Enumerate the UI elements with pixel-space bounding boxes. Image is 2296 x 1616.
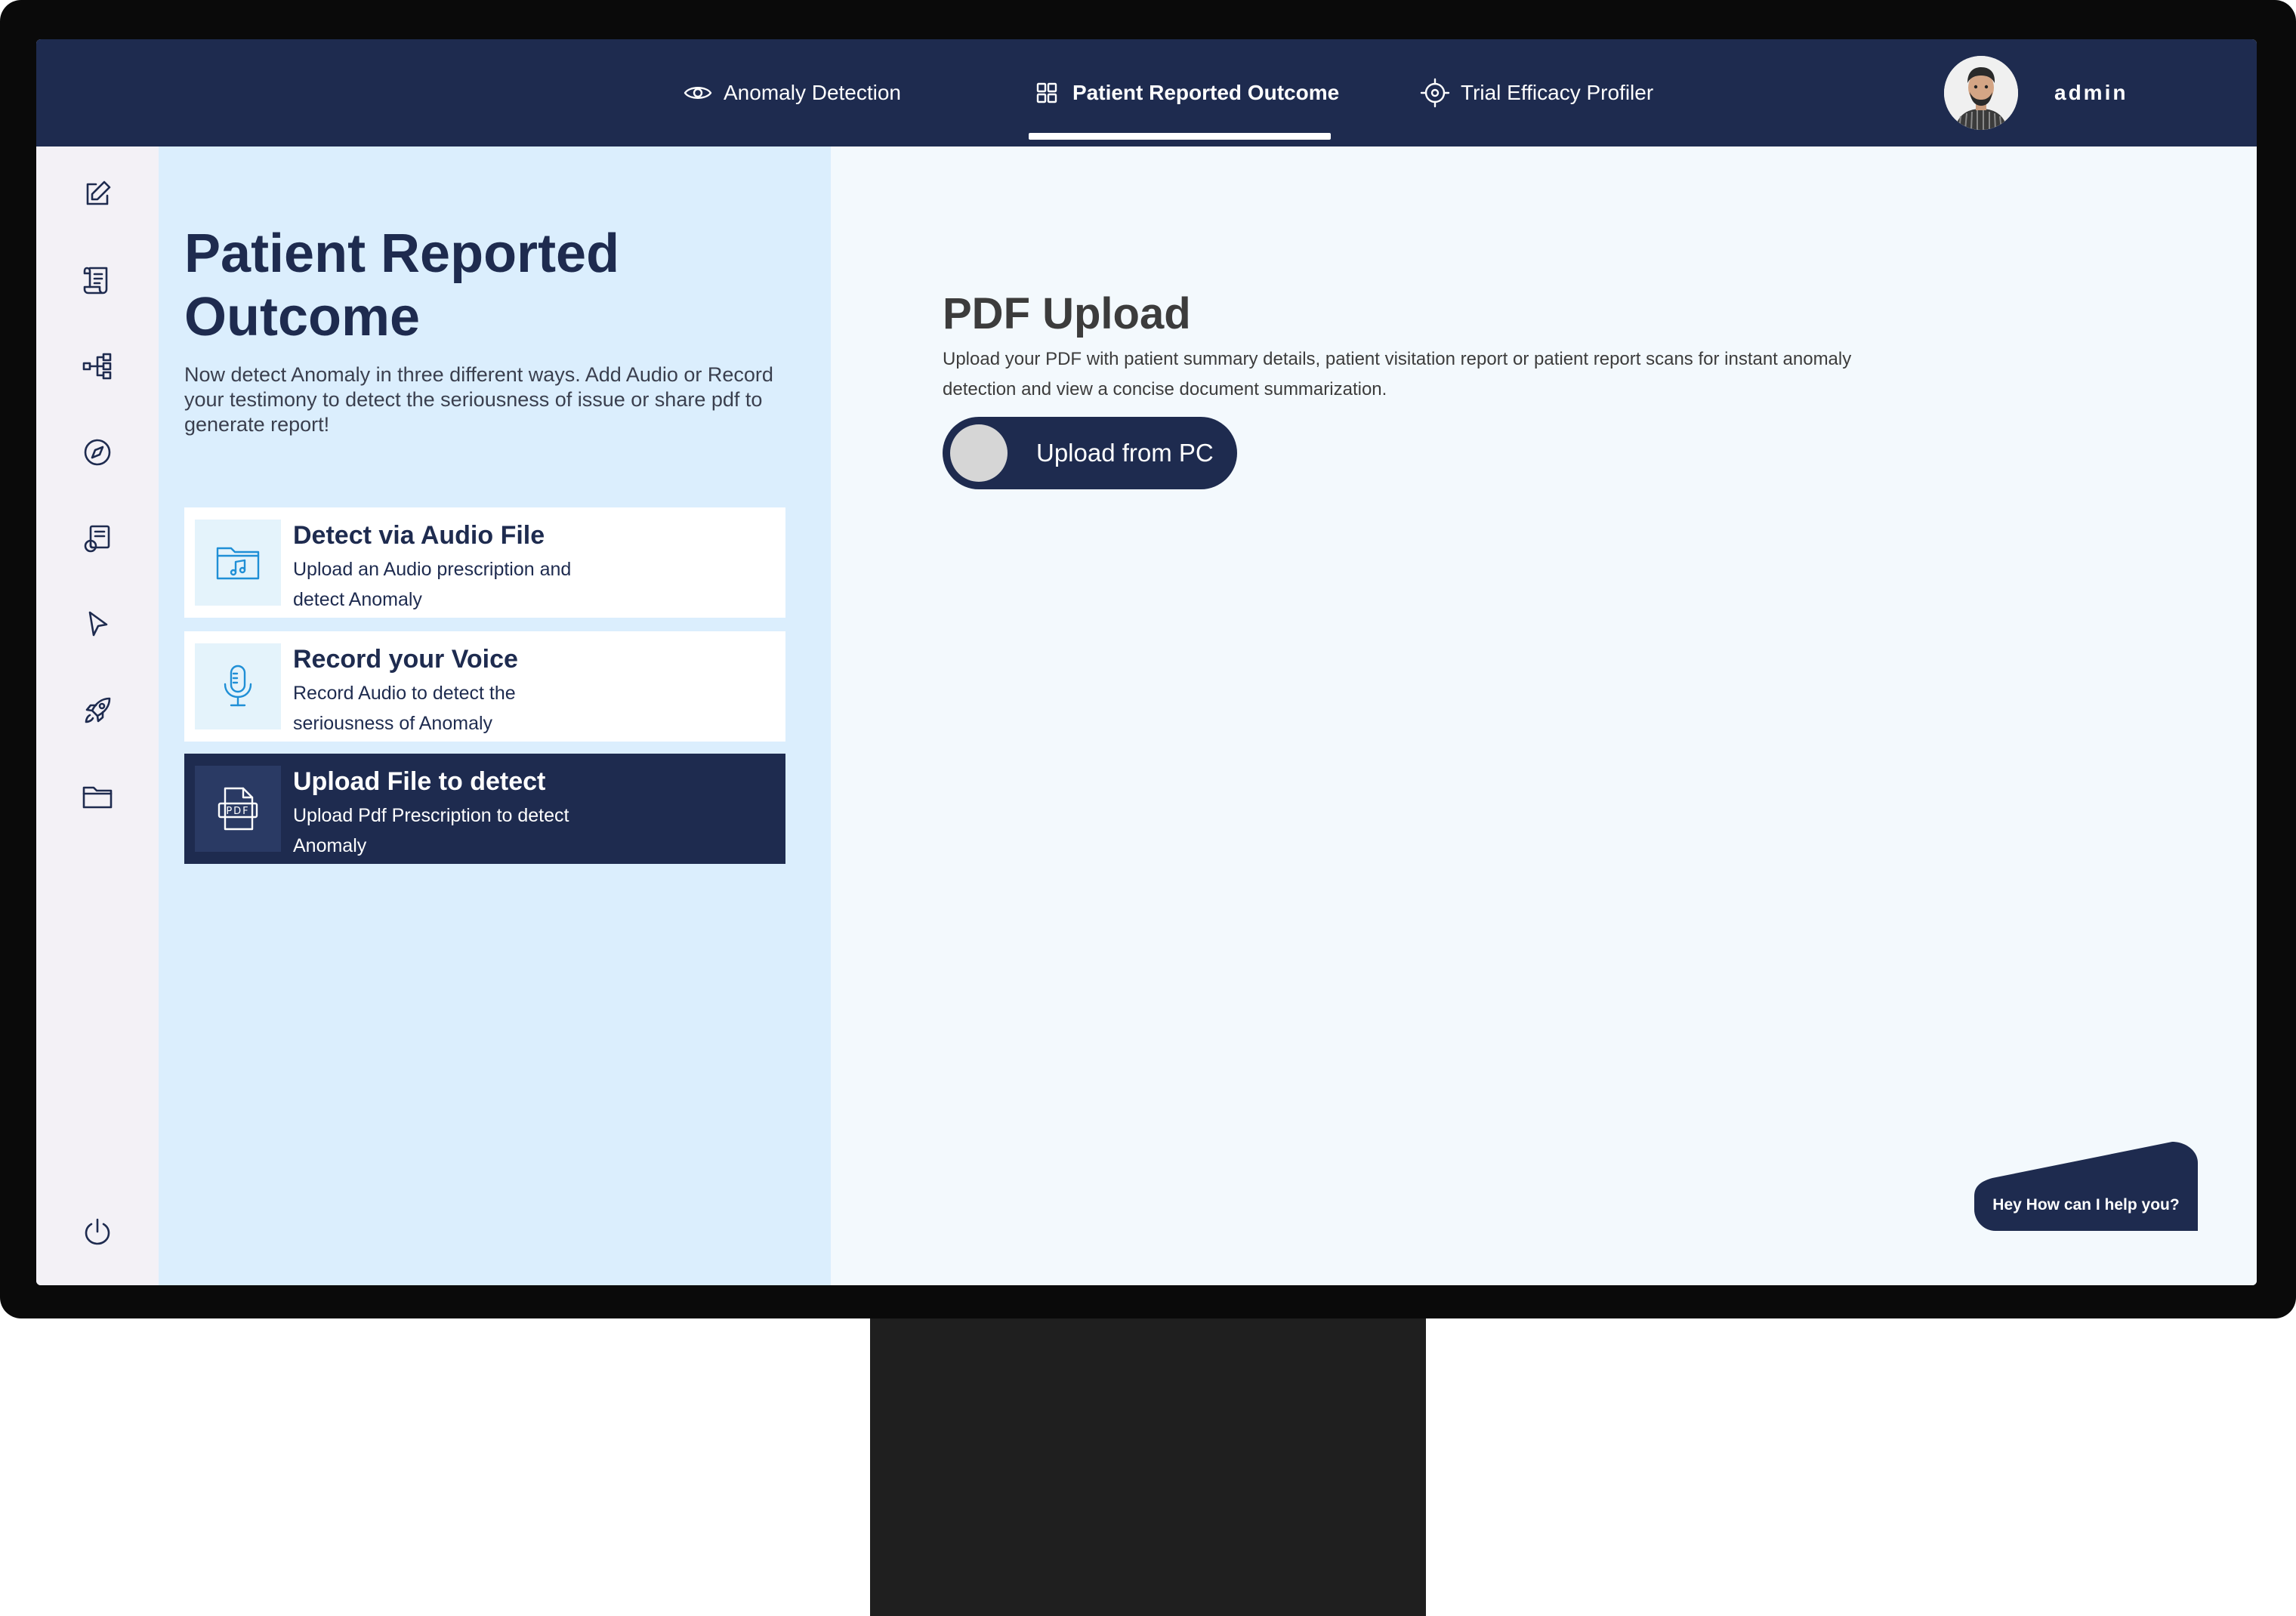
sidebar-item-document-settings[interactable]: [79, 520, 116, 557]
card-upload-file-to-detect[interactable]: PDF Upload File to detect Upload Pdf Pre…: [184, 754, 785, 864]
sidebar-item-edit[interactable]: [79, 175, 116, 213]
top-navigation: Anomaly Detection Patient Reported Outco…: [36, 39, 2257, 146]
card-icon-wrapper: [195, 520, 281, 606]
eye-icon: [684, 87, 712, 99]
document-settings-icon: [84, 525, 110, 553]
upload-from-pc-button[interactable]: Upload from PC: [943, 417, 1237, 489]
active-tab-indicator: [1029, 133, 1331, 140]
rocket-icon: [85, 697, 111, 723]
tab-trial-efficacy-profiler[interactable]: Trial Efficacy Profiler: [1420, 39, 1653, 146]
tab-anomaly-detection[interactable]: Anomaly Detection: [683, 39, 901, 146]
main-content: PDF Upload Upload your PDF with patient …: [831, 146, 2257, 1285]
chat-assistant-bubble[interactable]: Hey How can I help you?: [1974, 1142, 2198, 1231]
edit-icon: [86, 180, 111, 205]
power-button[interactable]: [79, 1213, 116, 1251]
upload-button-label: Upload from PC: [1036, 439, 1214, 467]
username[interactable]: admin: [2054, 39, 2128, 146]
section-title: PDF Upload: [943, 289, 1191, 338]
svg-text:PDF: PDF: [226, 806, 249, 817]
monitor-frame: Anomaly Detection Patient Reported Outco…: [0, 0, 2296, 1318]
microphone-icon: [224, 665, 252, 707]
page-title: Patient Reported Outcome: [184, 224, 620, 347]
chat-bubble-text: Hey How can I help you?: [1992, 1196, 2180, 1214]
upload-toggle-knob: [950, 424, 1008, 482]
card-subtitle: Upload Pdf Prescription to detect Anomal…: [293, 805, 569, 856]
section-description: Upload your PDF with patient summary det…: [943, 349, 1852, 399]
app-screen: Anomaly Detection Patient Reported Outco…: [36, 39, 2257, 1285]
left-panel: Patient Reported Outcome Now detect Anom…: [159, 146, 831, 1285]
card-subtitle: Record Audio to detect the seriousness o…: [293, 683, 516, 734]
monitor-stand: [870, 1318, 1426, 1616]
grid-icon: [1036, 82, 1057, 103]
sidebar-item-hierarchy[interactable]: [79, 347, 116, 385]
card-title: Detect via Audio File: [293, 521, 545, 550]
folder-icon: [82, 786, 113, 809]
avatar[interactable]: [1944, 56, 2018, 130]
tab-label: Patient Reported Outcome: [1072, 81, 1340, 104]
sidebar-item-folder[interactable]: [79, 778, 116, 816]
card-icon-wrapper: PDF: [195, 766, 281, 852]
crosshair-icon: [1420, 78, 1450, 108]
chat-bubble-shape: [1974, 1142, 2198, 1231]
power-icon: [85, 1218, 110, 1245]
compass-icon: [84, 439, 111, 466]
pdf-icon: PDF: [218, 787, 258, 831]
hierarchy-icon: [82, 353, 112, 380]
card-title: Record your Voice: [293, 645, 518, 674]
card-icon-wrapper: [195, 643, 281, 729]
tab-label: Trial Efficacy Profiler: [1461, 81, 1654, 104]
card-record-your-voice[interactable]: Record your Voice Record Audio to detect…: [184, 631, 785, 742]
card-detect-via-audio-file[interactable]: Detect via Audio File Upload an Audio pr…: [184, 507, 785, 618]
audio-folder-icon: [216, 547, 260, 580]
sidebar: [36, 146, 159, 1285]
page-description: Now detect Anomaly in three different wa…: [184, 363, 773, 436]
scroll-icon: [83, 267, 108, 295]
sidebar-item-cursor[interactable]: [79, 606, 116, 643]
sidebar-item-scroll[interactable]: [79, 261, 116, 299]
sidebar-item-rocket[interactable]: [79, 692, 116, 729]
card-title: Upload File to detect: [293, 767, 546, 796]
tab-label: Anomaly Detection: [724, 81, 902, 104]
card-subtitle: Upload an Audio prescription and detect …: [293, 559, 572, 610]
user-portrait-icon: [1944, 56, 2018, 130]
cursor-icon: [88, 611, 108, 637]
sidebar-item-compass[interactable]: [79, 433, 116, 471]
tab-patient-reported-outcome[interactable]: Patient Reported Outcome: [1032, 39, 1339, 146]
